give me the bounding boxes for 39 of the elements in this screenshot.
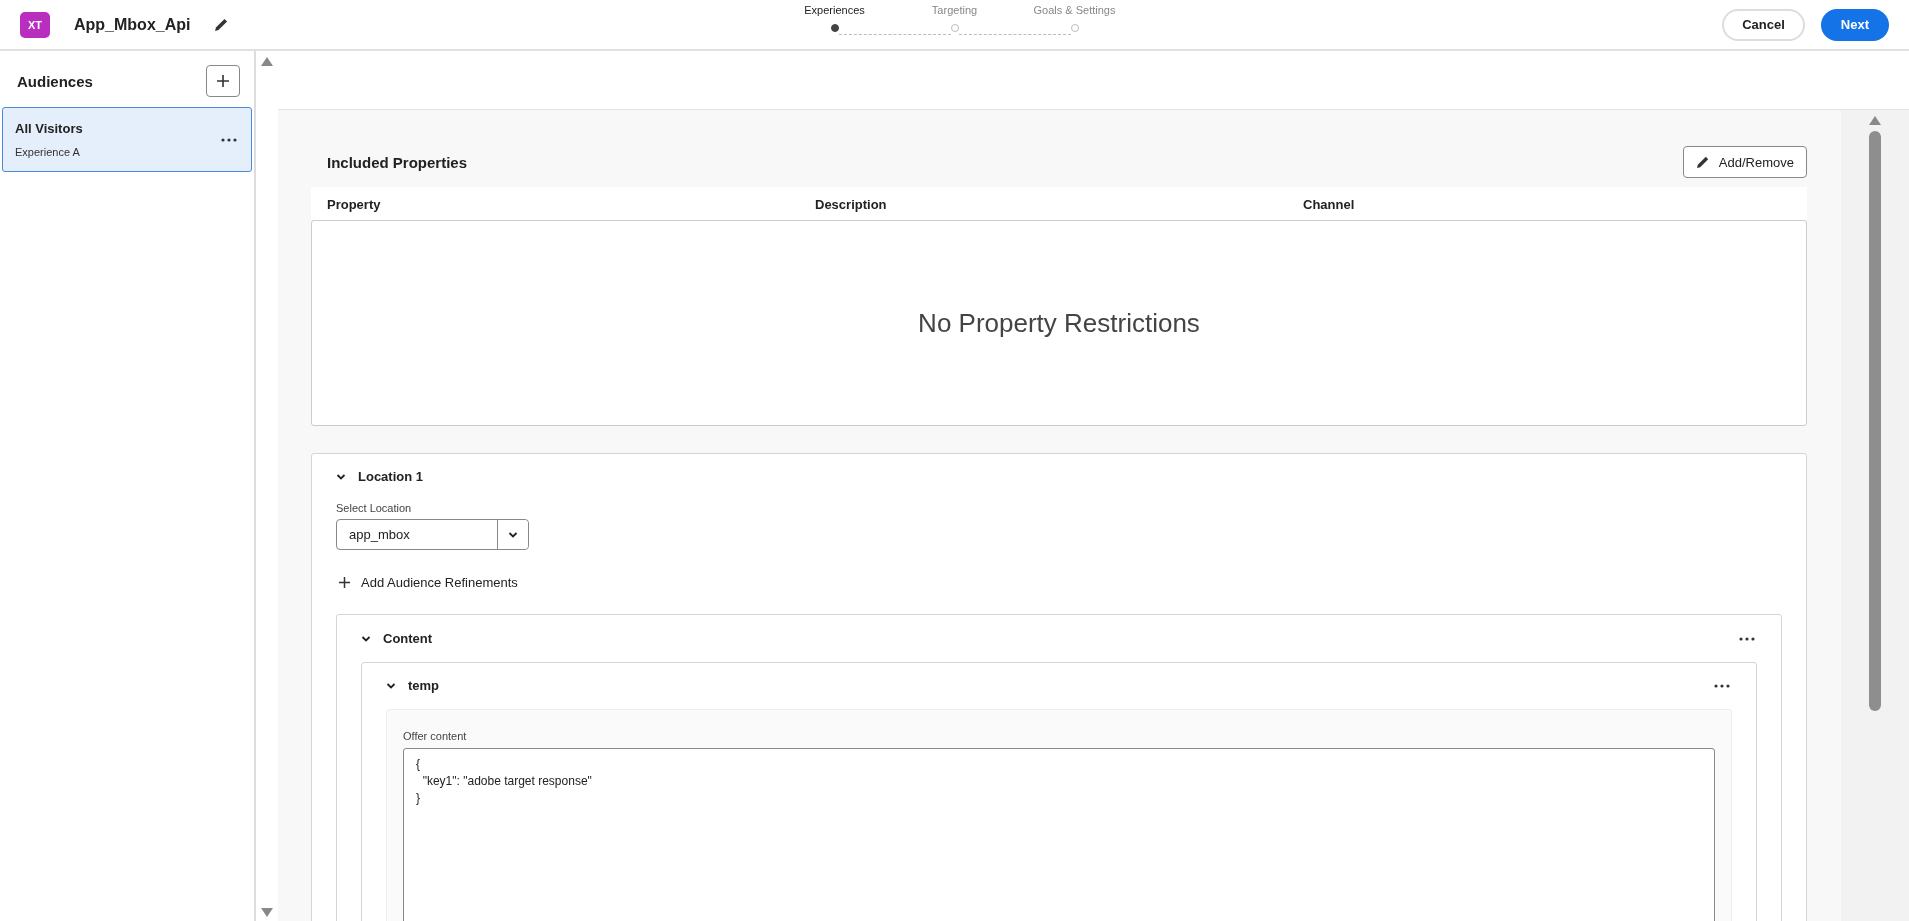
scroll-up-icon[interactable] [261,57,273,66]
step-label[interactable]: Experiences [804,3,865,16]
scroll-up-icon[interactable] [1869,116,1881,125]
more-icon [221,137,237,142]
select-value: app_mbox [348,526,411,544]
more-icon [1739,636,1755,641]
audience-card[interactable]: All Visitors Experience A [2,107,252,172]
column-header: Property [327,197,382,212]
scroll-down-icon[interactable] [261,908,273,917]
step-label[interactable]: Goals & Settings [1033,3,1116,16]
column-header: Description [815,197,888,212]
column-header: Channel [1303,197,1356,212]
add-audience-button[interactable] [206,65,240,97]
plus-icon [216,74,230,88]
more-icon [1714,683,1730,688]
sidebar-title: Audiences [17,72,93,90]
location-select[interactable]: app_mbox [336,519,529,550]
offer-content-field[interactable]: { "key1": "adobe target response" } [403,748,1715,921]
field-label: Select Location [336,502,413,514]
activity-title: App_Mbox_Api [74,15,191,34]
location-toggle[interactable]: Location 1 [336,469,423,484]
app-badge: XT [20,11,50,38]
field-label: Offer content [403,730,468,742]
add-refinements-button[interactable]: Add Audience Refinements [338,575,518,590]
step-label[interactable]: Targeting [931,3,978,16]
pencil-icon [214,17,230,32]
add-remove-button[interactable]: Add/Remove [1682,146,1807,178]
dropdown-button[interactable] [497,520,528,549]
experience-label: Experience A [15,146,81,158]
pencil-icon [1695,155,1710,169]
next-button[interactable]: Next [1820,8,1889,41]
offer-toggle[interactable]: temp [386,678,440,693]
audience-name: All Visitors [15,121,83,136]
empty-message: No Property Restrictions [918,307,1200,339]
plus-icon [338,576,351,589]
section-title: Included Properties [327,153,468,171]
cancel-button[interactable]: Cancel [1722,8,1805,41]
scrollbar-thumb[interactable] [1869,131,1881,711]
content-toggle[interactable]: Content [361,631,433,646]
